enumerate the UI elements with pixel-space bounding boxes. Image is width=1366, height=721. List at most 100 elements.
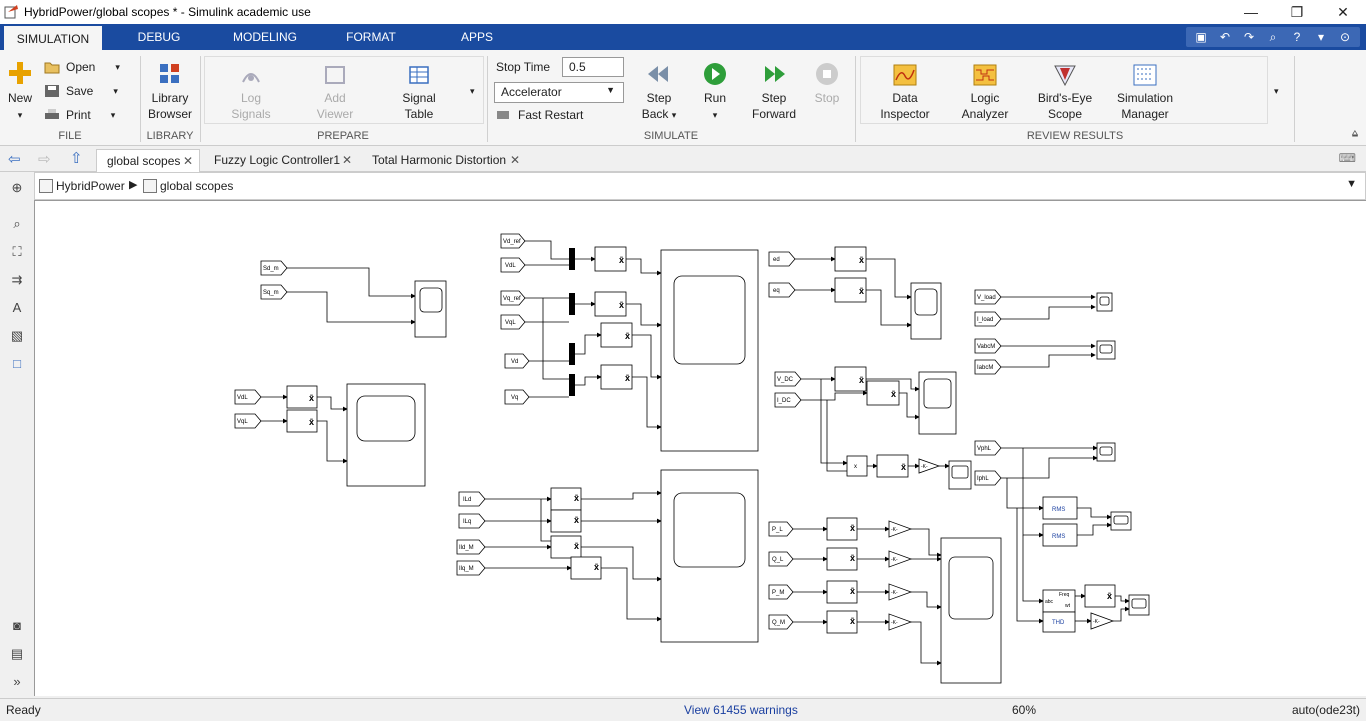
open-button[interactable]: Open ▾: [44, 60, 120, 74]
tab-format[interactable]: FORMAT: [335, 24, 407, 50]
area-icon[interactable]: □: [9, 356, 25, 372]
model-canvas[interactable]: Sd_m Sq_m VdL VqL Vd_ref VdL Vq_ref VqL …: [34, 200, 1366, 696]
step-back-button[interactable]: Step Back ▾: [636, 62, 682, 123]
birds-eye-scope-button[interactable]: Bird's-Eye Scope: [1032, 64, 1098, 122]
breadcrumb-current[interactable]: global scopes: [160, 179, 233, 193]
svg-text:x̄: x̄: [859, 255, 864, 265]
model-tab-global-scopes[interactable]: global scopes ✕: [96, 149, 200, 172]
step-back-icon: [648, 66, 668, 82]
new-label: New: [7, 91, 32, 105]
model-browser-icon[interactable]: ▤: [9, 646, 25, 662]
up-arrow-icon[interactable]: ⇧: [70, 149, 83, 167]
svg-text:x̄: x̄: [850, 553, 855, 563]
minimize-button[interactable]: —: [1228, 0, 1274, 24]
run-button[interactable]: Run ▾: [694, 62, 736, 123]
model-tab-thd[interactable]: Total Harmonic Distortion ✕: [362, 149, 526, 172]
camera-icon[interactable]: ◙: [9, 618, 25, 634]
save-icon[interactable]: ▣: [1190, 30, 1212, 44]
add-viewer-button[interactable]: Add Viewer: [310, 64, 360, 122]
rms-block-1: RMS: [1052, 507, 1065, 513]
collapse-ribbon-icon[interactable]: ⩠: [1352, 128, 1358, 139]
image-icon[interactable]: ▧: [9, 328, 25, 344]
tag-vql: VqL: [237, 419, 248, 425]
chevron-down-icon[interactable]: ▼: [1346, 178, 1357, 190]
tag-p-m: P_M: [772, 590, 784, 596]
status-bar: Ready View 61455 warnings 60% auto(ode23…: [0, 698, 1366, 721]
svg-text:x̄: x̄: [309, 417, 314, 427]
log-signals-button[interactable]: Log Signals: [226, 64, 276, 122]
svg-text:x̄: x̄: [619, 255, 624, 265]
tag-sq-m: Sq_m: [263, 290, 279, 296]
signal-table-button[interactable]: Signal Table: [394, 64, 444, 122]
svg-text:x̄: x̄: [850, 586, 855, 596]
quick-access-toolbar: ▣ ↶ ↷ ⌕ ? ▾ ⊙: [1186, 27, 1360, 47]
prepare-expand-icon[interactable]: ▾: [470, 86, 475, 97]
log-label-1: Log: [240, 91, 262, 105]
product-block-label: x: [854, 464, 857, 470]
step-forward-button[interactable]: Step Forward: [748, 62, 800, 122]
logic-analyzer-button[interactable]: Logic Analyzer: [952, 64, 1018, 122]
review-expand-icon[interactable]: ▾: [1274, 86, 1279, 97]
tab-apps[interactable]: APPS: [452, 24, 502, 50]
stop-time-label: Stop Time: [496, 60, 551, 74]
ribbon-tab-strip: SIMULATION DEBUG MODELING FORMAT APPS ▣ …: [0, 24, 1366, 50]
simulation-manager-label-1: Simulation: [1116, 91, 1174, 105]
back-arrow-icon[interactable]: ⇦: [8, 150, 21, 168]
stop-time-input[interactable]: 0.5: [562, 57, 624, 77]
warnings-link[interactable]: View 61455 warnings: [684, 703, 798, 717]
library-label-2: Browser: [147, 107, 192, 121]
close-tab-icon[interactable]: ✕: [342, 149, 352, 171]
forward-arrow-icon[interactable]: ⇨: [38, 150, 51, 168]
tab-modeling[interactable]: MODELING: [222, 24, 308, 50]
undo-icon[interactable]: ↶: [1214, 30, 1236, 44]
block-diagram[interactable]: Sd_m Sq_m VdL VqL Vd_ref VdL Vq_ref VqL …: [35, 201, 1365, 695]
svg-text:x̄: x̄: [625, 331, 630, 341]
search-icon[interactable]: ⌕: [1262, 30, 1284, 45]
tab-debug[interactable]: DEBUG: [120, 24, 198, 50]
zoom-icon[interactable]: ⌕: [9, 216, 25, 232]
tag-eq: eq: [773, 288, 780, 294]
close-tab-icon[interactable]: ✕: [183, 150, 193, 172]
fast-restart-button[interactable]: Fast Restart: [496, 108, 583, 122]
redo-icon[interactable]: ↷: [1238, 30, 1260, 44]
expand-icon[interactable]: »: [9, 674, 25, 690]
print-button[interactable]: Print ▾: [44, 108, 115, 122]
data-inspector-button[interactable]: Data Inspector: [872, 64, 938, 122]
tag-iphl: IphL: [977, 476, 989, 482]
group-divider: [1294, 56, 1295, 142]
tag-p-l: P_L: [772, 527, 783, 533]
stop-button[interactable]: Stop: [806, 62, 848, 106]
model-tab-fuzzy-logic[interactable]: Fuzzy Logic Controller1 ✕: [204, 149, 358, 172]
annotation-icon[interactable]: A: [9, 300, 25, 316]
solver-indicator[interactable]: auto(ode23t): [1292, 703, 1360, 717]
close-tab-icon[interactable]: ✕: [510, 149, 520, 171]
logic-analyzer-icon: [973, 64, 997, 86]
open-label: Open: [66, 60, 96, 74]
tag-vd-ref: Vd_ref: [503, 239, 521, 245]
simulation-mode-select[interactable]: Accelerator ▼: [494, 82, 624, 103]
signal-arrow-icon[interactable]: ⇉: [9, 272, 25, 288]
fit-to-view-icon[interactable]: ⛶: [9, 244, 25, 260]
svg-text:x̄: x̄: [574, 515, 579, 525]
library-browser-button[interactable]: Library Browser: [144, 62, 196, 122]
subsystem-icon: [143, 179, 157, 193]
save-label: Save: [66, 84, 94, 98]
tab-simulation[interactable]: SIMULATION: [4, 24, 102, 50]
tag-vdl-2: VdL: [505, 263, 516, 269]
close-button[interactable]: ✕: [1320, 0, 1366, 24]
keyboard-icon[interactable]: ⌨: [1339, 151, 1356, 165]
help-icon[interactable]: ?: [1286, 30, 1308, 44]
new-button[interactable]: New ▾: [4, 60, 36, 123]
save-disk-icon: [45, 85, 59, 97]
save-button[interactable]: Save ▾: [44, 84, 118, 98]
breadcrumb: HybridPower ▶ global scopes ▼: [34, 172, 1366, 200]
hide-browser-icon[interactable]: ⊕: [9, 180, 25, 196]
maximize-button[interactable]: ❐: [1274, 0, 1320, 24]
settings-icon[interactable]: ⊙: [1334, 30, 1356, 44]
breadcrumb-root[interactable]: HybridPower: [56, 179, 125, 193]
tag-vq-ref: Vq_ref: [503, 296, 521, 302]
simulation-manager-button[interactable]: Simulation Manager: [1108, 64, 1182, 122]
add-label-2: Viewer: [316, 107, 354, 121]
chevron-down-icon[interactable]: ▾: [1310, 30, 1332, 44]
tag-i-load: I_load: [977, 317, 993, 323]
